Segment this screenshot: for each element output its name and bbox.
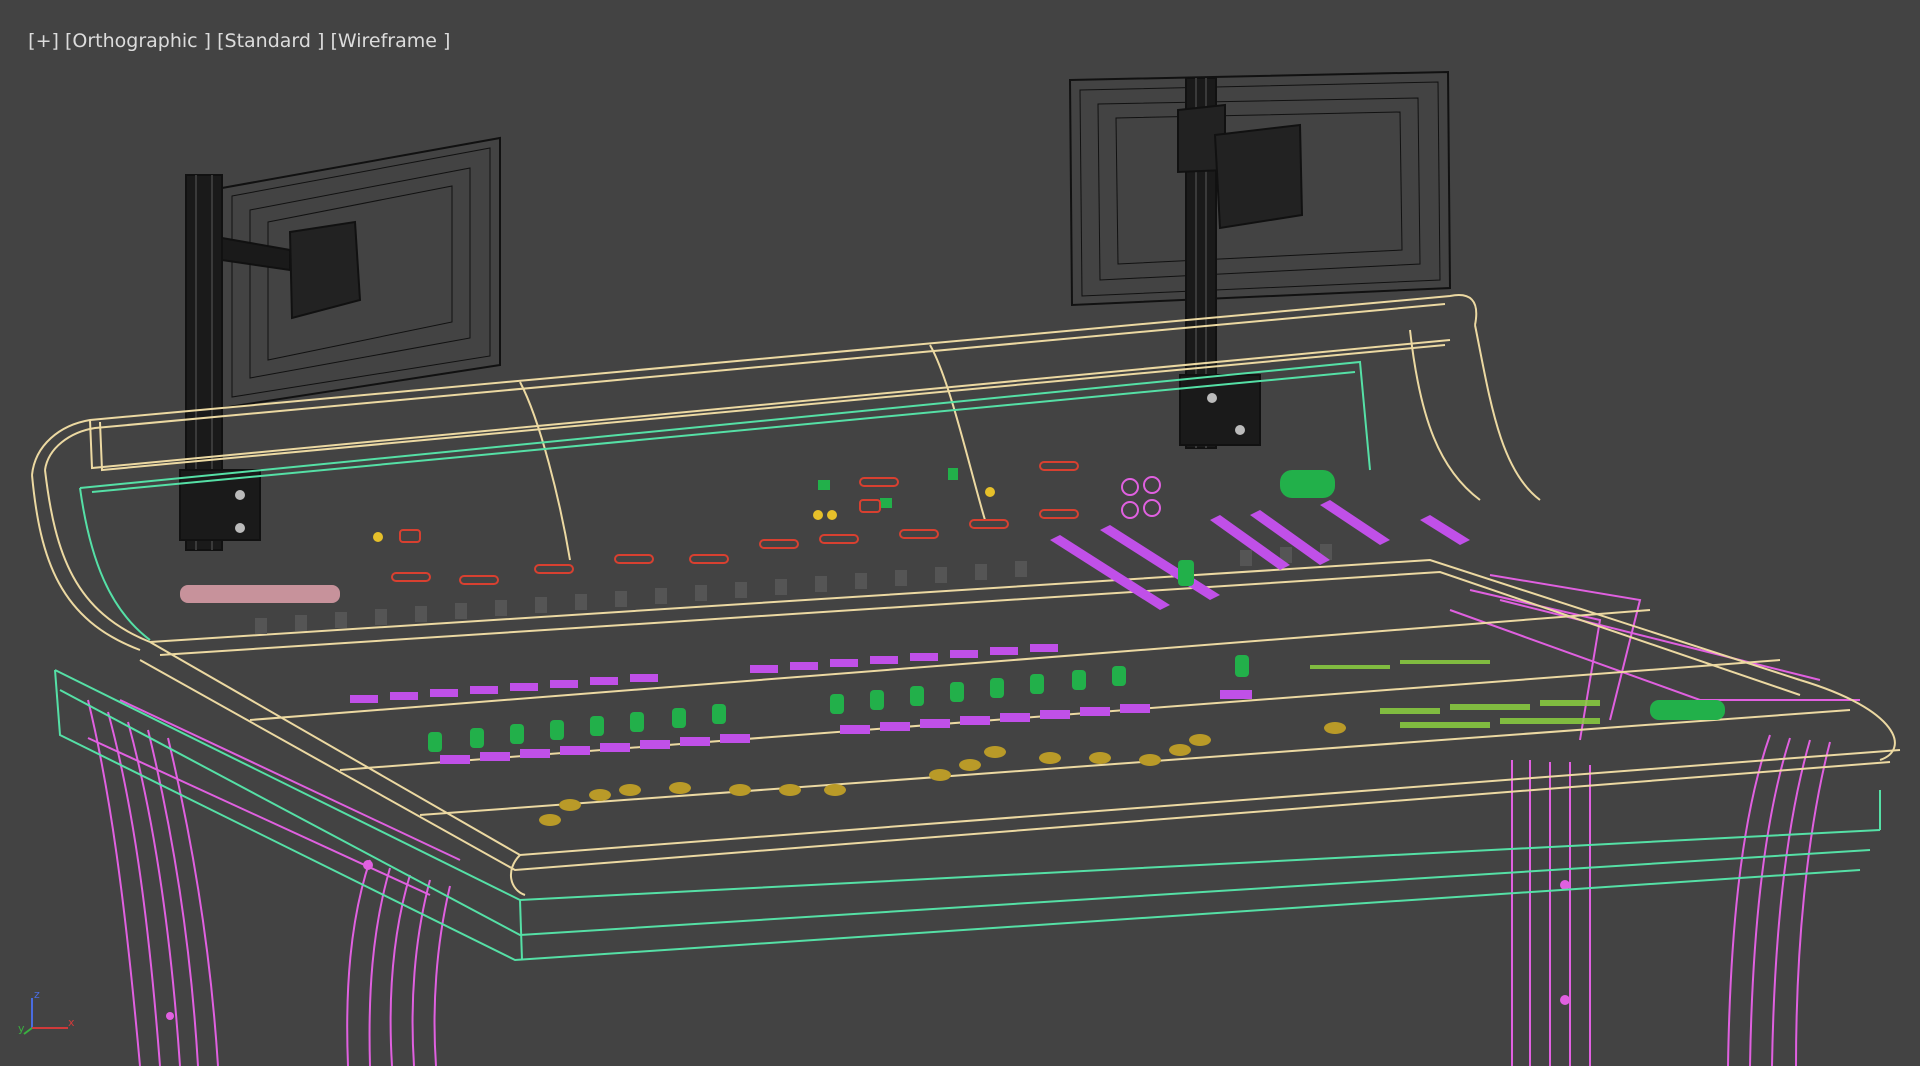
scribble-strip — [180, 585, 340, 603]
viewport-menu-plus[interactable]: [+] — [28, 30, 59, 52]
viewport-shading-mode-label[interactable]: [Standard ] — [217, 30, 324, 52]
viewport-display-mode-label[interactable]: [Wireframe ] — [330, 30, 450, 52]
axis-y-label: y — [18, 1022, 25, 1035]
monitor-left-vesa-plate — [288, 220, 362, 320]
viewport-view-mode-label[interactable]: [Orthographic ] — [65, 30, 211, 52]
viewport-3d[interactable]: [+] [Orthographic ] [Standard ] [Wirefra… — [0, 0, 1920, 1066]
axis-y-line — [23, 1027, 33, 1035]
wireframe-scene[interactable] — [0, 0, 1920, 1066]
viewport-label-bar: [+] [Orthographic ] [Standard ] [Wirefra… — [4, 8, 450, 74]
axis-gizmo: z x y — [18, 988, 75, 1035]
axis-z-label: z — [34, 988, 40, 1001]
axis-x-label: x — [68, 1016, 75, 1029]
viewport-background — [0, 0, 1920, 1066]
monitor-right-vesa-plate — [1213, 123, 1304, 230]
